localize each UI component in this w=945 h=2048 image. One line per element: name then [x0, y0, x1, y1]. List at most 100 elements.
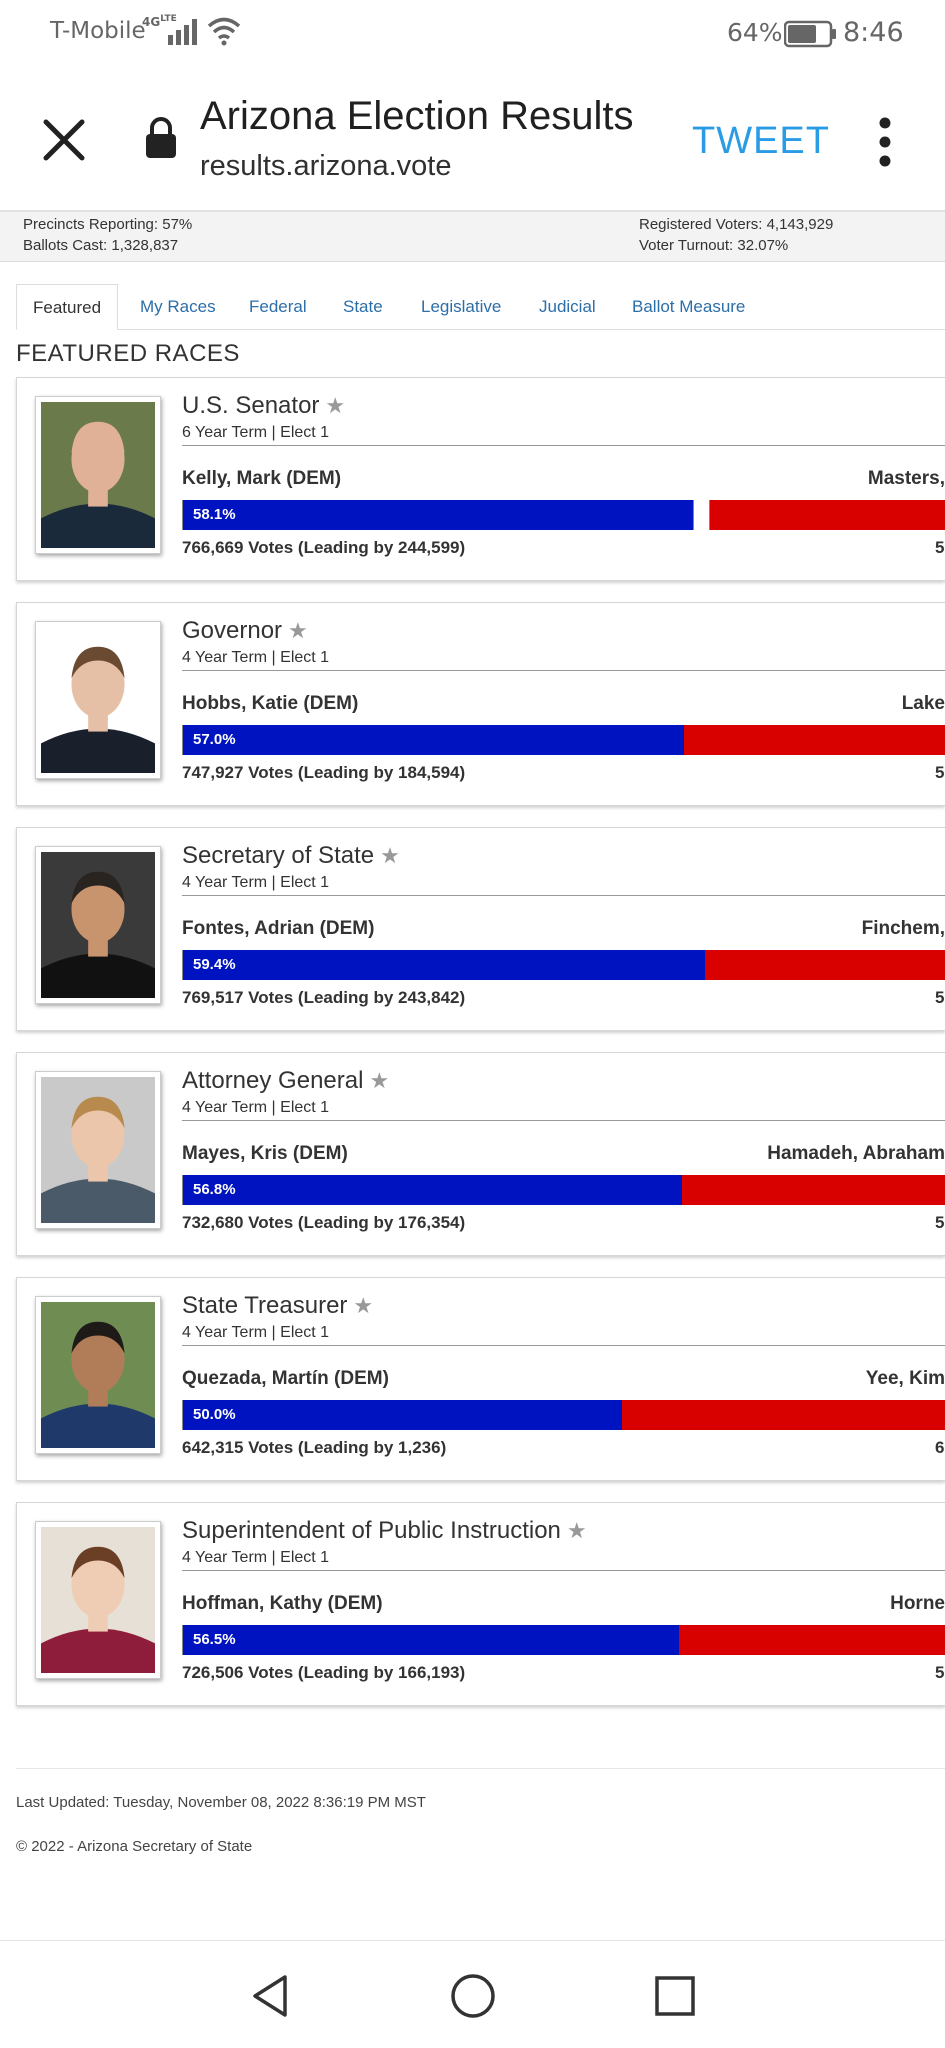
- election-summary: Precincts Reporting: 57% Ballots Cast: 1…: [0, 212, 945, 262]
- race-card[interactable]: Superintendent of Public Instruction ★ 4 …: [16, 1502, 945, 1706]
- opposing-candidate: Lake: [901, 693, 945, 714]
- clock: 8:46: [843, 17, 904, 48]
- tab-legislative[interactable]: Legislative: [421, 284, 501, 330]
- race-office: Secretary of State: [182, 842, 375, 869]
- tab-judicial[interactable]: Judicial: [539, 284, 596, 330]
- star-icon[interactable]: ★: [380, 843, 400, 868]
- custom-tab-toolbar: Arizona Election Results results.arizona…: [0, 66, 945, 212]
- race-office: State Treasurer: [182, 1292, 348, 1319]
- opponent-vote-count: 5: [935, 988, 945, 1007]
- race-divider: [182, 1120, 945, 1121]
- result-bar: 58.1%: [182, 500, 945, 530]
- race-card[interactable]: Attorney General ★ 4 Year Term | Elect 1 …: [16, 1052, 945, 1256]
- result-bar: 56.5%: [182, 1625, 945, 1655]
- star-icon[interactable]: ★: [369, 1068, 389, 1093]
- race-title: State Treasurer ★: [182, 1292, 373, 1320]
- race-divider: [182, 445, 945, 446]
- race-card[interactable]: U.S. Senator ★ 6 Year Term | Elect 1 Kell…: [16, 377, 945, 581]
- recents-icon[interactable]: [650, 1971, 700, 2021]
- copyright: © 2022 - Arizona Secretary of State: [16, 1838, 253, 1855]
- leading-candidate: Hobbs, Katie (DEM): [182, 693, 359, 714]
- opponent-vote-count: 5: [935, 1663, 945, 1682]
- result-bar: 57.0%: [182, 725, 945, 755]
- voter-turnout: Voter Turnout: 32.07%: [639, 237, 789, 254]
- star-icon[interactable]: ★: [325, 393, 345, 418]
- system-nav-bar: [0, 1940, 945, 2048]
- page-url: results.arizona.vote: [200, 150, 452, 182]
- section-title: FEATURED RACES: [16, 340, 240, 367]
- registered-voters: Registered Voters: 4,143,929: [639, 216, 834, 233]
- more-vert-icon[interactable]: [868, 116, 902, 168]
- race-divider: [182, 895, 945, 896]
- race-card[interactable]: State Treasurer ★ 4 Year Term | Elect 1 Q…: [16, 1277, 945, 1481]
- opponent-vote-count: 5: [935, 1213, 945, 1232]
- opponent-vote-count: 6: [935, 1438, 945, 1457]
- other-share-bar: [693, 500, 710, 530]
- race-title: Attorney General ★: [182, 1067, 389, 1095]
- home-icon[interactable]: [448, 1971, 498, 2021]
- star-icon[interactable]: ★: [353, 1293, 373, 1318]
- leading-candidate: Hoffman, Kathy (DEM): [182, 1593, 383, 1614]
- battery-icon: [784, 20, 836, 48]
- precincts-reporting: Precincts Reporting: 57%: [23, 216, 193, 233]
- race-card[interactable]: Secretary of State ★ 4 Year Term | Elect …: [16, 827, 945, 1031]
- last-updated: Last Updated: Tuesday, November 08, 2022…: [16, 1794, 426, 1811]
- race-title: Secretary of State ★: [182, 842, 400, 870]
- star-icon[interactable]: ★: [567, 1518, 587, 1543]
- ballots-cast: Ballots Cast: 1,328,837: [23, 237, 179, 254]
- dem-share-bar: [183, 1400, 622, 1430]
- star-icon[interactable]: ★: [288, 618, 308, 643]
- close-icon[interactable]: [40, 116, 88, 164]
- carrier-name: T-Mobile: [50, 18, 146, 44]
- race-divider: [182, 670, 945, 671]
- result-bar: 59.4%: [182, 950, 945, 980]
- dem-percent: 56.5%: [193, 1631, 236, 1648]
- race-term: 4 Year Term | Elect 1: [182, 1324, 330, 1341]
- race-divider: [182, 1345, 945, 1346]
- dem-percent: 56.8%: [193, 1181, 236, 1198]
- race-office: Attorney General: [182, 1067, 364, 1094]
- dem-share-bar: [183, 725, 684, 755]
- tab-ballot-measure[interactable]: Ballot Measure: [632, 284, 745, 330]
- candidate-photo: [35, 396, 161, 554]
- tab-my-races[interactable]: My Races: [140, 284, 216, 330]
- race-term: 4 Year Term | Elect 1: [182, 1549, 330, 1566]
- lock-icon: [146, 117, 176, 158]
- vote-count: 732,680 Votes (Leading by 176,354): [182, 1213, 466, 1232]
- back-icon[interactable]: [245, 1971, 295, 2021]
- tab-featured[interactable]: Featured: [16, 284, 119, 330]
- race-office: Superintendent of Public Instruction: [182, 1517, 561, 1544]
- wifi-icon: [207, 17, 241, 46]
- candidate-photo: [35, 1521, 161, 1679]
- status-bar: T-Mobile 4GLTE 64% 8:46: [0, 0, 945, 66]
- leading-candidate: Mayes, Kris (DEM): [182, 1143, 348, 1164]
- race-card[interactable]: Governor ★ 4 Year Term | Elect 1 Hobbs, K…: [16, 602, 945, 806]
- leading-candidate: Kelly, Mark (DEM): [182, 468, 342, 489]
- tab-state[interactable]: State: [343, 284, 383, 330]
- page-title: Arizona Election Results: [200, 94, 634, 138]
- candidate-portrait-image: [41, 1302, 155, 1448]
- dem-share-bar: [183, 1625, 679, 1655]
- race-term: 6 Year Term | Elect 1: [182, 424, 330, 441]
- candidate-portrait-image: [41, 852, 155, 998]
- opposing-candidate: Yee, Kim: [865, 1368, 945, 1389]
- candidate-portrait-image: [41, 402, 155, 548]
- race-term: 4 Year Term | Elect 1: [182, 1099, 330, 1116]
- dem-percent: 59.4%: [193, 956, 236, 973]
- dem-share-bar: [183, 1175, 682, 1205]
- battery-percent: 64%: [727, 18, 783, 47]
- dem-percent: 50.0%: [193, 1406, 236, 1423]
- candidate-photo: [35, 621, 161, 779]
- tab-federal[interactable]: Federal: [249, 284, 307, 330]
- result-bar: 50.0%: [182, 1400, 945, 1430]
- race-office: Governor: [182, 617, 283, 644]
- tweet-button[interactable]: TWEET: [692, 120, 830, 163]
- dem-percent: 58.1%: [193, 506, 236, 523]
- opposing-candidate: Horne: [890, 1593, 945, 1614]
- race-title: Governor ★: [182, 617, 308, 645]
- signal-icon: [168, 19, 197, 45]
- candidate-photo: [35, 846, 161, 1004]
- race-office: U.S. Senator: [182, 392, 320, 419]
- result-bar: 56.8%: [182, 1175, 945, 1205]
- candidate-portrait-image: [41, 627, 155, 773]
